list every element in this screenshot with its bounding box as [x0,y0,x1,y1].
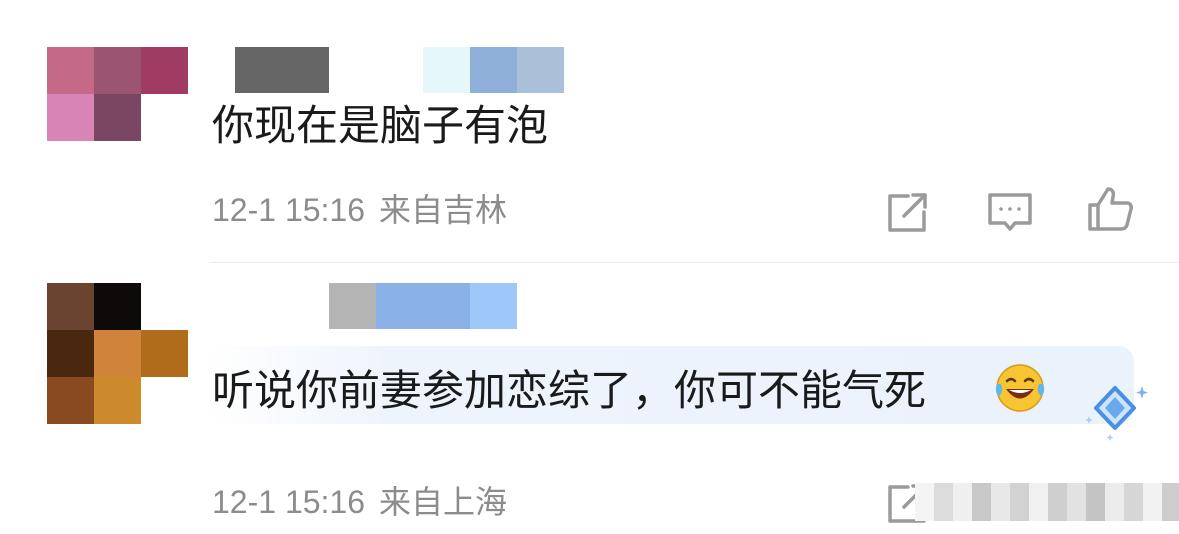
comment-icon[interactable] [984,186,1036,238]
like-icon[interactable] [1084,183,1136,235]
username-blurred[interactable] [376,283,470,329]
comment-time: 12-1 15:16 [212,192,366,228]
comment-text: 听说你前妻参加恋综了，你可不能气死 [212,366,927,415]
username-blurred[interactable] [235,47,329,93]
comment-location: 来自上海 [379,483,508,521]
laughing-tears-emoji-icon [992,362,1048,414]
comment-time: 12-1 15:16 [212,484,366,520]
avatar[interactable] [47,283,188,424]
forward-icon[interactable] [882,186,934,238]
watermark-mosaic [915,483,1179,521]
user-badge-blurred [470,283,517,329]
comment-text: 你现在是脑子有泡 [212,101,549,150]
user-badge-blurred [470,47,517,93]
username-blurred[interactable] [329,283,376,329]
comment-meta: 12-1 15:16 来自上海 [212,486,507,518]
user-badge-blurred [517,47,564,93]
divider [210,262,1179,263]
avatar[interactable] [47,47,188,141]
diamond-badge-icon [1080,382,1150,442]
comment-location: 来自吉林 [379,191,508,229]
user-badge-blurred [423,47,470,93]
comment-meta: 12-1 15:16 来自吉林 [212,194,507,226]
